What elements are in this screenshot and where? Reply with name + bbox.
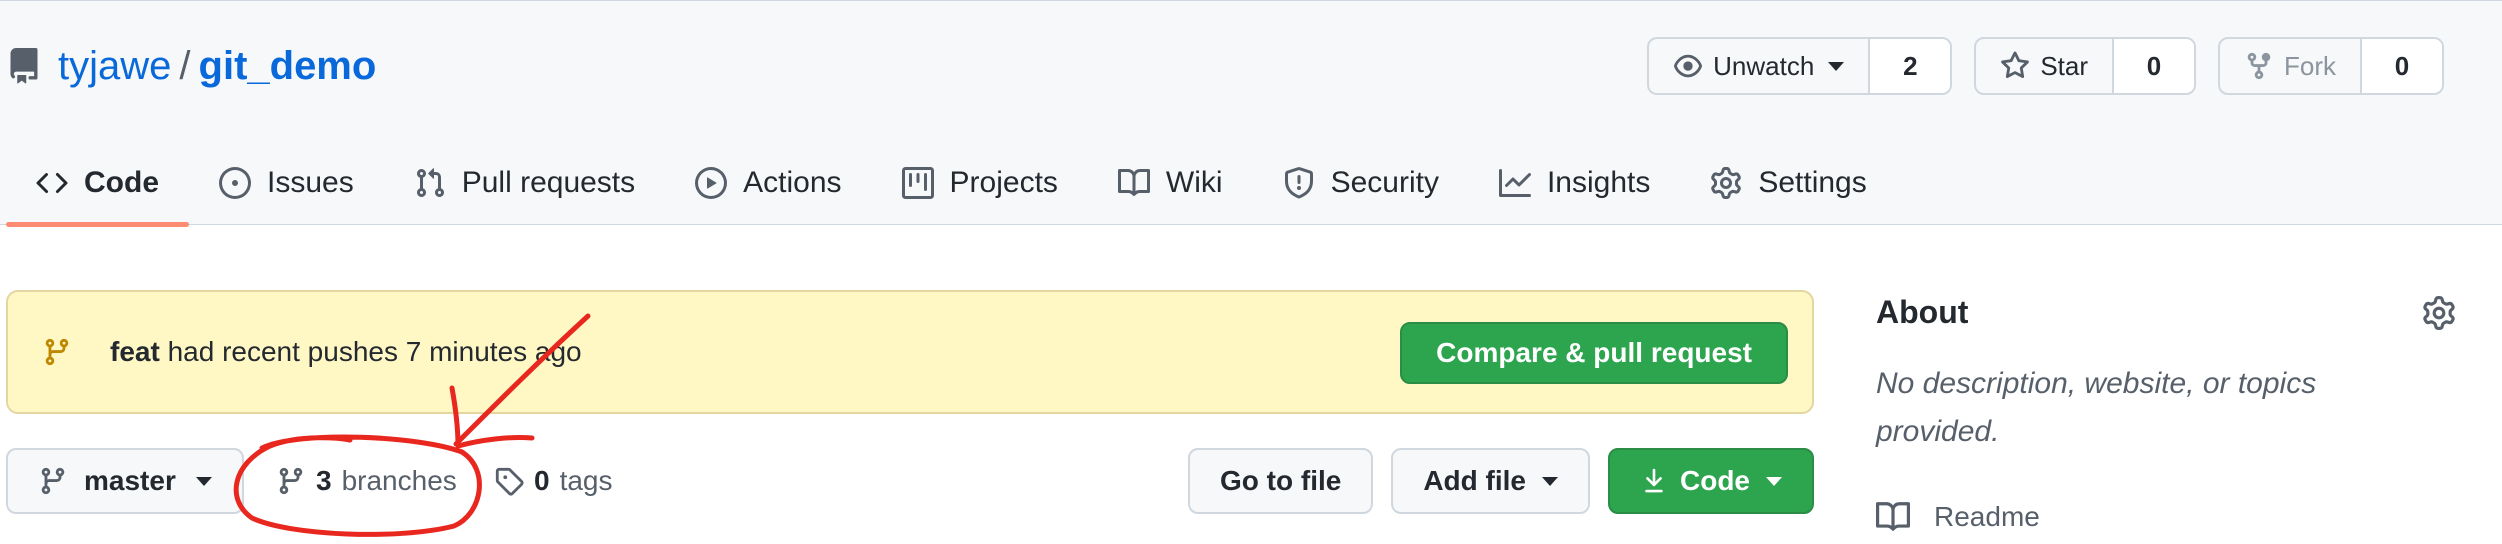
file-navigation: master 3 branches 0 tags Go to file Add … bbox=[6, 448, 1814, 514]
star-icon bbox=[2001, 51, 2030, 79]
readme-link[interactable]: Readme bbox=[1876, 500, 2040, 534]
watchers-count[interactable]: 2 bbox=[1870, 39, 1951, 93]
tab-code-label: Code bbox=[84, 166, 159, 199]
stars-count[interactable]: 0 bbox=[2114, 39, 2194, 93]
tab-actions-label: Actions bbox=[743, 166, 842, 199]
recent-push-text: had recent pushes 7 minutes ago bbox=[167, 336, 582, 367]
tab-security[interactable]: Security bbox=[1253, 141, 1469, 225]
tab-insights[interactable]: Insights bbox=[1469, 141, 1680, 225]
issue-icon bbox=[219, 167, 251, 199]
fork-label: Fork bbox=[2284, 50, 2336, 81]
repo-actions: Unwatch 2 Star 0 Fork 0 bbox=[1647, 37, 2444, 95]
add-file-button[interactable]: Add file bbox=[1391, 448, 1590, 514]
repo-title: tyjawe / git_demo bbox=[6, 39, 376, 93]
tab-projects[interactable]: Projects bbox=[872, 141, 1088, 225]
branch-icon bbox=[279, 467, 303, 495]
forks-count[interactable]: 0 bbox=[2362, 39, 2442, 93]
tab-pull-requests[interactable]: Pull requests bbox=[384, 141, 665, 225]
branch-icon bbox=[41, 467, 65, 495]
current-branch-label: master bbox=[84, 465, 176, 496]
tab-projects-label: Projects bbox=[949, 166, 1058, 199]
code-download-button[interactable]: Code bbox=[1608, 448, 1814, 514]
chevron-down-icon bbox=[1828, 61, 1845, 71]
graph-icon bbox=[1498, 169, 1531, 197]
tab-code[interactable]: Code bbox=[6, 141, 189, 227]
repo-owner-link[interactable]: tyjawe bbox=[58, 44, 171, 89]
gear-icon[interactable] bbox=[2422, 296, 2456, 330]
tab-wiki-label: Wiki bbox=[1165, 166, 1223, 199]
book-icon bbox=[1117, 168, 1150, 196]
unwatch-label: Unwatch bbox=[1713, 50, 1815, 81]
star-label: Star bbox=[2040, 50, 2088, 81]
go-to-file-button[interactable]: Go to file bbox=[1188, 448, 1374, 514]
tab-insights-label: Insights bbox=[1546, 166, 1651, 199]
code-icon bbox=[36, 172, 68, 194]
book-icon bbox=[1876, 502, 1910, 531]
fork-icon bbox=[2247, 52, 2271, 80]
tab-issues[interactable]: Issues bbox=[189, 141, 384, 225]
fork-button-group: Fork 0 bbox=[2218, 37, 2444, 95]
chevron-down-icon bbox=[1766, 476, 1782, 486]
star-button-group: Star 0 bbox=[1974, 37, 2196, 95]
repo-icon bbox=[10, 48, 38, 84]
tab-settings[interactable]: Settings bbox=[1680, 141, 1896, 225]
unwatch-button[interactable]: Unwatch bbox=[1649, 39, 1871, 93]
tags-link[interactable]: 0 tags bbox=[494, 448, 613, 514]
fork-button[interactable]: Fork bbox=[2220, 39, 2362, 93]
tab-wiki[interactable]: Wiki bbox=[1088, 141, 1253, 225]
repo-path-separator: / bbox=[179, 43, 191, 88]
star-button[interactable]: Star bbox=[1976, 39, 2114, 93]
branch-select-menu[interactable]: master bbox=[6, 448, 244, 514]
repo-header: tyjawe / git_demo Unwatch 2 Star 0 Fork bbox=[0, 0, 2502, 227]
repo-tabs: Code Issues Pull requests Actions Projec… bbox=[6, 141, 1897, 227]
tab-settings-label: Settings bbox=[1758, 166, 1867, 199]
about-heading: About bbox=[1876, 294, 1969, 330]
branch-icon bbox=[45, 338, 69, 366]
tags-count: 0 bbox=[534, 465, 550, 496]
code-download-label: Code bbox=[1680, 465, 1750, 496]
readme-label: Readme bbox=[1934, 501, 2040, 532]
chevron-down-icon bbox=[1542, 476, 1558, 486]
pushed-branch-name[interactable]: feat bbox=[110, 336, 160, 367]
tab-pull-requests-label: Pull requests bbox=[461, 166, 636, 199]
tag-icon bbox=[495, 467, 524, 496]
compare-pull-request-button[interactable]: Compare & pull request bbox=[1400, 322, 1788, 384]
download-icon bbox=[1645, 468, 1663, 493]
recent-push-message: feat had recent pushes 7 minutes ago bbox=[110, 336, 582, 368]
branches-count: 3 bbox=[316, 465, 332, 496]
tags-label: tags bbox=[559, 465, 613, 496]
chevron-down-icon bbox=[195, 476, 212, 486]
project-icon bbox=[901, 167, 934, 199]
add-file-label: Add file bbox=[1423, 465, 1526, 496]
repo-name-link[interactable]: git_demo bbox=[199, 44, 377, 89]
pull-request-icon bbox=[416, 168, 444, 198]
recent-push-banner: feat had recent pushes 7 minutes ago Com… bbox=[6, 290, 1814, 414]
file-actions: Go to file Add file Code bbox=[1188, 448, 1814, 514]
branches-label: branches bbox=[341, 465, 457, 496]
shield-icon bbox=[1284, 167, 1313, 199]
eye-icon bbox=[1674, 54, 1703, 78]
play-icon bbox=[695, 167, 728, 199]
gear-icon bbox=[1711, 167, 1742, 199]
watch-button-group: Unwatch 2 bbox=[1647, 37, 1953, 95]
tab-security-label: Security bbox=[1330, 166, 1439, 199]
branches-link[interactable]: 3 branches bbox=[276, 448, 457, 514]
tab-actions[interactable]: Actions bbox=[665, 141, 871, 225]
about-description: No description, website, or topics provi… bbox=[1876, 367, 2317, 448]
tab-issues-label: Issues bbox=[267, 166, 354, 199]
